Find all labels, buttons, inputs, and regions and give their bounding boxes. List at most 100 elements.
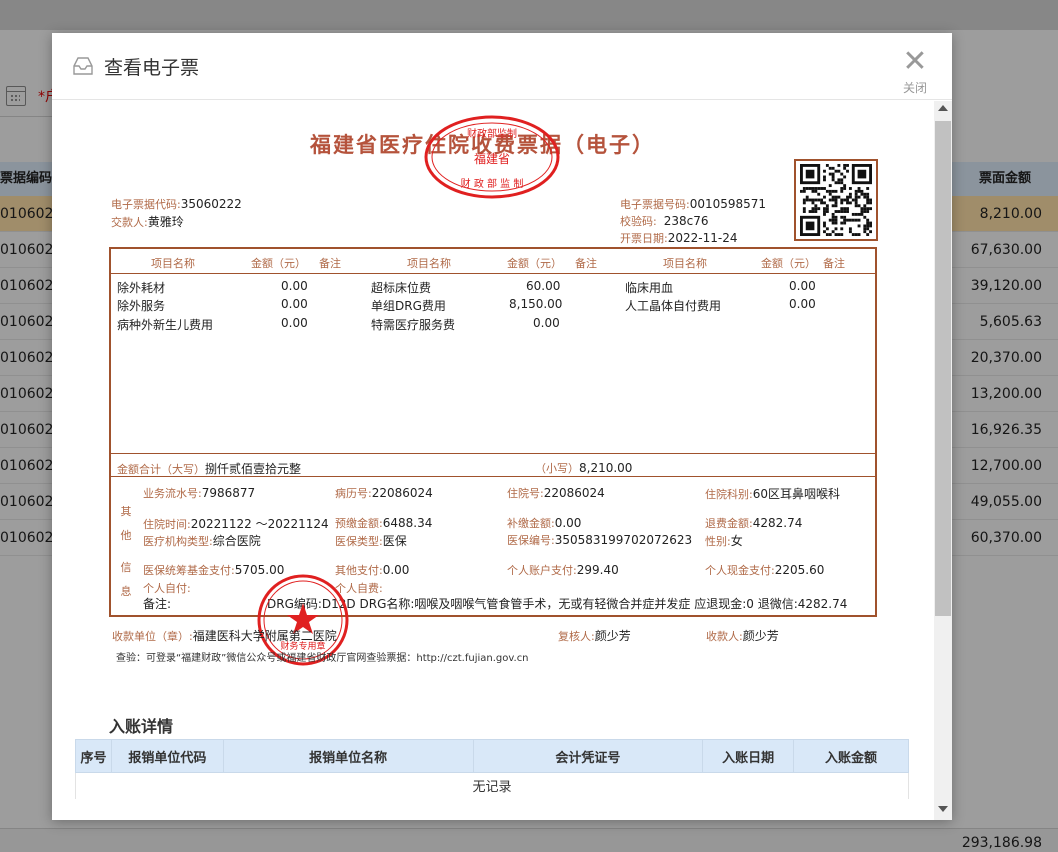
item-amount: 0.00	[281, 279, 308, 293]
item-name: 除外耗材	[117, 281, 166, 295]
invoice-number: 电子票据号码:0010598571	[620, 196, 766, 212]
inpatient-no-label: 住院号:	[507, 487, 544, 500]
inpatient-no: 住院号:22086024	[507, 485, 605, 501]
col-amount-3: 金额（元）	[761, 257, 816, 270]
cash-pay: 个人现金支付:2205.60	[705, 562, 824, 578]
stay-period-label: 住院时间:	[143, 518, 191, 531]
item-name: 病种外新生儿费用	[117, 318, 214, 332]
cash-pay-label: 个人现金支付:	[705, 564, 775, 577]
payer-value: 黄雅玲	[147, 215, 184, 229]
serial-no-label: 业务流水号:	[143, 487, 202, 500]
col-unit-name[interactable]: 报销单位名称	[222, 739, 474, 773]
close-button[interactable]: ✕ 关闭	[900, 47, 930, 97]
col-voucher-no[interactable]: 会计凭证号	[472, 739, 704, 773]
empty-row: 无记录	[75, 772, 909, 799]
issue-date-value: 2022-11-24	[667, 231, 738, 245]
record-no: 病历号:22086024	[335, 485, 433, 501]
item-name: 特需医疗服务费	[371, 318, 456, 332]
item-name: 单组DRG费用	[371, 299, 446, 313]
issue-date: 开票日期:2022-11-24	[620, 230, 737, 246]
dialog-title: 查看电子票	[104, 57, 200, 79]
inbox-icon	[73, 57, 93, 75]
item-amount: 60.00	[526, 279, 561, 293]
prepaid: 预缴金额:6488.34	[335, 515, 432, 531]
org-type: 医疗机构类型:综合医院	[143, 532, 261, 549]
col-note-1: 备注	[319, 257, 341, 270]
invoice-code-label: 电子票据代码:	[111, 198, 181, 211]
item-amount: 0.00	[533, 316, 560, 330]
electronic-invoice: 福建省医疗住院收费票据（电子） 财政部监制 福建省 财 政 部 监 制 电子票据…	[52, 101, 934, 701]
remark-label: 备注:	[143, 597, 172, 611]
reviewer-label: 复核人:	[558, 630, 595, 643]
record-no-value: 22086024	[371, 486, 433, 500]
col-item-1: 项目名称	[151, 257, 195, 270]
remark-value: DRG编码:D12D DRG名称:咽喉及咽喉气管食管手术，无或有轻微合并症并发症…	[267, 597, 848, 611]
invoice-number-label: 电子票据号码:	[620, 198, 690, 211]
payee-label: 收款人:	[706, 630, 743, 643]
invoice-items-table: 项目名称 金额（元） 备注 项目名称 金额（元） 备注 项目名称 金额（元） 备…	[109, 247, 877, 617]
gender-label: 性别:	[705, 535, 731, 548]
self-pay-label: 个人自付:	[143, 582, 191, 595]
supplement-value: 0.00	[554, 516, 582, 530]
issue-date-label: 开票日期:	[620, 232, 668, 245]
col-post-date[interactable]: 入账日期	[702, 739, 795, 773]
department-label: 住院科别:	[705, 488, 753, 501]
scroll-down-icon[interactable]	[938, 806, 948, 812]
qr-code	[794, 159, 878, 241]
scroll-up-icon[interactable]	[938, 105, 948, 111]
total-upper-label: 金额合计（大写）	[117, 463, 205, 476]
close-icon: ✕	[902, 44, 928, 79]
col-unit-code[interactable]: 报销单位代码	[110, 739, 224, 773]
check-code: 校验码: 238c76	[620, 213, 709, 229]
total-lower: （小写）8,210.00	[535, 460, 632, 476]
payee-value: 颜少芳	[742, 629, 779, 643]
dialog-body[interactable]: 福建省医疗住院收费票据（电子） 财政部监制 福建省 财 政 部 监 制 电子票据…	[52, 101, 934, 820]
other-info-char: 其	[120, 505, 132, 518]
item-amount: 0.00	[281, 316, 308, 330]
invoice-code: 电子票据代码:35060222	[111, 196, 242, 212]
insurance-no: 医保编号:350583199702072623	[507, 532, 692, 548]
total-lower-value: 8,210.00	[579, 461, 633, 475]
supplement: 补缴金额:0.00	[507, 515, 581, 531]
invoice-code-value: 35060222	[180, 197, 242, 211]
seal-middle-text: 福建省	[474, 151, 510, 166]
insurance-no-value: 350583199702072623	[554, 533, 693, 547]
col-note-3: 备注	[823, 257, 845, 270]
invoice-number-value: 0010598571	[689, 197, 767, 211]
payee-unit: 收款单位（章）:福建医科大学附属第二医院	[112, 627, 337, 644]
vertical-scrollbar[interactable]	[934, 101, 952, 820]
org-type-value: 综合医院	[212, 534, 261, 548]
insurance-no-label: 医保编号:	[507, 534, 555, 547]
col-index[interactable]: 序号	[75, 739, 112, 773]
account-pay-label: 个人账户支付:	[507, 564, 577, 577]
insurance-type: 医保类型:医保	[335, 532, 407, 549]
supplement-label: 补缴金额:	[507, 517, 555, 530]
check-code-value: 238c76	[663, 214, 709, 228]
prepaid-value: 6488.34	[382, 516, 433, 530]
prepaid-label: 预缴金额:	[335, 517, 383, 530]
other-info-char: 息	[120, 585, 132, 598]
col-item-2: 项目名称	[407, 257, 451, 270]
payee-unit-label: 收款单位（章）:	[112, 630, 193, 643]
department: 住院科别:60区耳鼻咽喉科	[705, 485, 840, 502]
payer: 交款人:黄雅玲	[111, 213, 184, 230]
seal-top-text: 财政部监制	[467, 127, 517, 140]
serial-no-value: 7986877	[201, 486, 256, 500]
details-section-title: 入账详情	[109, 717, 174, 736]
item-name: 人工晶体自付费用	[625, 299, 722, 313]
col-note-2: 备注	[575, 257, 597, 270]
col-item-3: 项目名称	[663, 257, 707, 270]
payee: 收款人:颜少芳	[706, 627, 779, 644]
col-post-amount[interactable]: 入账金额	[793, 739, 909, 773]
total-upper: 金额合计（大写）捌仟贰佰壹拾元整	[117, 460, 301, 477]
item-name: 临床用血	[625, 281, 674, 295]
payer-label: 交款人:	[111, 216, 148, 229]
scroll-thumb[interactable]	[935, 121, 951, 616]
inpatient-no-value: 22086024	[543, 486, 605, 500]
serial-no: 业务流水号:7986877	[143, 485, 255, 501]
record-no-label: 病历号:	[335, 487, 372, 500]
view-invoice-dialog: 查看电子票 ✕ 关闭 福建省医疗住院收费票据（电子） 财政部监制 福建省 财 政…	[52, 33, 952, 820]
stay-period: 住院时间:20221122 ～20221124	[143, 515, 329, 532]
col-amount-1: 金额（元）	[251, 257, 306, 270]
gender-value: 女	[730, 534, 743, 548]
